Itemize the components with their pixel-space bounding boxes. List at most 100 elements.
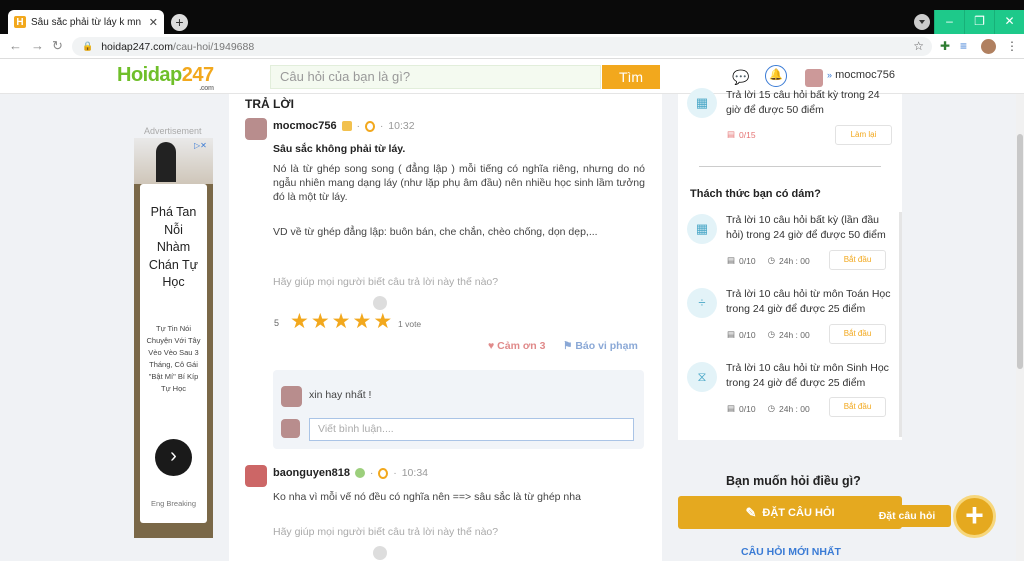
challenge-progress: 0/10	[739, 329, 756, 340]
challenge-time: 24h : 00	[779, 255, 810, 266]
thanks-label: Cảm ơn 3	[497, 340, 546, 352]
media-control-icon[interactable]	[910, 10, 934, 34]
maximize-button[interactable]: ❐	[964, 10, 994, 34]
challenge-meta: ▤ 0/10 ◷ 24h : 00	[727, 255, 810, 266]
ad-close-icon[interactable]: ▷✕	[194, 141, 207, 150]
ad-card: Phá Tan Nỗi Nhàm Chán Tự Học Tự Tin Nói …	[140, 184, 207, 523]
challenge-text: Trả lời 10 câu hỏi bất kỳ (lần đầu hỏi) …	[726, 214, 886, 241]
star-icon[interactable]: ★	[290, 311, 309, 332]
chevron-down-icon: »	[827, 70, 833, 80]
flag-icon: ⚑	[563, 340, 573, 352]
advertisement[interactable]: ▷✕ Phá Tan Nỗi Nhàm Chán Tự Học Tự Tin N…	[134, 138, 213, 538]
start-button[interactable]: Bắt đầu	[829, 324, 886, 344]
star-icon[interactable]: ★	[332, 311, 351, 332]
notification-bell-icon[interactable]: 🔔	[765, 65, 787, 87]
challenge-text: Trả lời 10 câu hỏi từ môn Toán Học trong…	[726, 288, 891, 315]
ask-title: Bạn muốn hỏi điều gì?	[726, 474, 861, 488]
address-bar-row: ← → ↻ 🔒 hoidap247.com/cau-hoi/1949688 ☆ …	[0, 34, 1024, 59]
comment-input[interactable]: Viết bình luận....	[309, 418, 634, 441]
ad-label: Advertisement	[144, 126, 202, 136]
back-icon[interactable]: ←	[9, 38, 22, 53]
answer-username[interactable]: mocmoc756	[273, 120, 337, 132]
challenge-time: 24h : 00	[779, 403, 810, 414]
fab-label[interactable]: Đặt câu hỏi	[863, 505, 951, 527]
menu-kebab-icon[interactable]: ⋮	[1006, 39, 1018, 53]
user-menu[interactable]: » mocmoc756	[827, 69, 895, 81]
rating-score: 5	[274, 318, 280, 328]
newest-questions-link[interactable]: CÂU HỎI MỚI NHẤT	[741, 546, 841, 558]
answer-example: VD về từ ghép đẳng lập: buôn bán, che ch…	[273, 226, 598, 238]
top-challenge-progress: 0/15	[739, 129, 756, 140]
ad-brand: Eng Breaking	[150, 499, 197, 508]
close-window-button[interactable]: ✕	[994, 10, 1024, 34]
page-scrollbar[interactable]	[1016, 94, 1024, 561]
top-challenge-meta: ▤ 0/15	[727, 129, 756, 140]
browser-profile-avatar[interactable]	[981, 39, 996, 54]
rater-avatar	[373, 546, 387, 560]
bookmark-star-icon[interactable]: ☆	[913, 39, 924, 53]
grid-icon: ▦	[687, 88, 717, 118]
doc-icon: ▤	[727, 403, 736, 413]
reading-list-icon[interactable]: ≡	[960, 39, 967, 53]
star-icon[interactable]: ★	[373, 311, 392, 332]
medal-icon	[378, 467, 389, 479]
sidebar-scrollbar[interactable]	[899, 212, 902, 437]
answer-username[interactable]: baonguyen818	[273, 467, 350, 479]
redo-button[interactable]: Làm lại	[835, 125, 892, 145]
start-button[interactable]: Bắt đầu	[829, 250, 886, 270]
url-field[interactable]: 🔒 hoidap247.com/cau-hoi/1949688 ☆	[72, 37, 932, 56]
logo-domain: .com	[199, 85, 214, 92]
my-avatar	[281, 419, 300, 438]
answer-time: 10:32	[388, 120, 415, 132]
search-button[interactable]: Tìm	[602, 65, 660, 89]
ad-next-button[interactable]: ›	[155, 439, 192, 476]
minimize-button[interactable]: –	[934, 10, 964, 34]
logo-number: 247	[181, 64, 214, 86]
star-icon[interactable]: ★	[352, 311, 371, 332]
commenter-avatar[interactable]	[281, 386, 302, 407]
ad-body: Tự Tin Nói Chuyện Với Tây Vèo Vèo Sau 3 …	[146, 324, 201, 393]
doc-icon: ▤	[727, 129, 736, 139]
star-icon[interactable]: ★	[311, 311, 330, 332]
rating-stars[interactable]: ★ ★ ★ ★ ★	[290, 311, 392, 332]
report-label: Báo vi phạm	[575, 340, 638, 352]
challenge-meta: ▤ 0/10 ◷ 24h : 00	[727, 329, 810, 340]
window-controls: – ❐ ✕	[910, 10, 1024, 34]
answer-avatar[interactable]	[245, 465, 267, 487]
site-logo[interactable]: Hoidap247 .com	[117, 64, 214, 92]
browser-tab[interactable]: H Sâu sắc phải từ láy k mn câu hỏi ✕	[8, 10, 164, 34]
url-host: hoidap247.com	[101, 40, 174, 53]
challenge-time: 24h : 00	[779, 329, 810, 340]
rating-prompt: Hãy giúp mọi người biết câu trả lời này …	[273, 276, 499, 288]
new-tab-button[interactable]: +	[171, 14, 188, 31]
challenge-title: Thách thức bạn có dám?	[690, 188, 821, 200]
username: mocmoc756	[835, 69, 895, 81]
clock-icon: ◷	[767, 329, 775, 339]
chat-icon[interactable]: 💬	[731, 67, 751, 87]
ad-headline: Phá Tan Nỗi Nhàm Chán Tự Học	[148, 205, 199, 289]
answer-header: baonguyen818 · · 10:34	[273, 467, 428, 479]
reload-icon[interactable]: ↻	[52, 38, 63, 54]
answers-title: TRẢ LỜI	[245, 97, 294, 111]
add-question-fab-button[interactable]: +	[953, 495, 996, 538]
edit-icon: ✎	[745, 504, 757, 520]
doc-icon: ▤	[727, 329, 736, 339]
divider	[699, 166, 881, 167]
extension-icon[interactable]: ✚	[940, 39, 950, 53]
rank-badge-icon	[341, 121, 352, 131]
answer-time: 10:34	[401, 467, 428, 479]
math-icon: ÷	[687, 288, 717, 318]
vote-count: 1 vote	[398, 319, 422, 329]
scroll-thumb[interactable]	[1017, 134, 1023, 369]
comment-text: xin hay nhất !	[309, 389, 372, 401]
challenge-progress: 0/10	[739, 255, 756, 266]
close-tab-icon[interactable]: ✕	[149, 16, 158, 29]
start-button[interactable]: Bắt đầu	[829, 397, 886, 417]
search-input[interactable]: Câu hỏi của bạn là gì?	[270, 65, 601, 89]
report-button[interactable]: ⚑ Báo vi phạm	[563, 340, 638, 352]
forward-icon[interactable]: →	[31, 38, 44, 53]
ad-image: ▷✕	[134, 138, 213, 184]
answer-avatar[interactable]	[245, 118, 267, 140]
thanks-button[interactable]: ♥ Cảm ơn 3	[488, 340, 545, 352]
user-avatar[interactable]	[805, 69, 823, 87]
